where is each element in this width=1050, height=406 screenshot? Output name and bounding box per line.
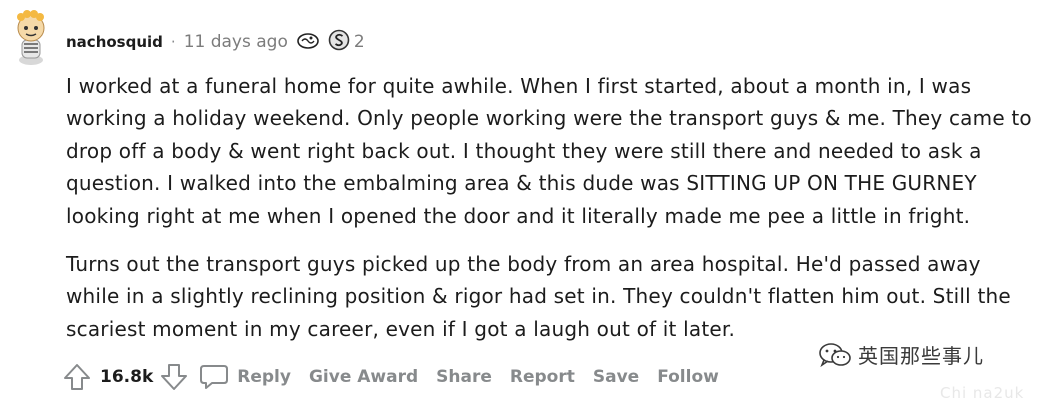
downvote-arrow-icon[interactable] [159,362,189,392]
share-button[interactable]: Share [436,367,492,387]
save-button[interactable]: Save [593,367,639,387]
separator-dot: · [170,33,176,51]
award-count: 2 [353,32,365,52]
watermark-site: Chi na2uk [940,384,1025,402]
comment-bubble-icon [199,363,229,391]
comment-paragraph: I worked at a funeral home for quite awh… [66,74,1032,228]
upvote-arrow-icon[interactable] [62,362,92,392]
username-link[interactable]: nachosquid [66,33,163,51]
watermark-text: 英国那些事儿 [858,344,984,368]
user-avatar[interactable] [8,8,54,66]
watermark: 英国那些事儿 [818,340,984,369]
comment-header: nachosquid · 11 days ago 2 [66,29,365,55]
give-award-button[interactable]: Give Award [309,367,418,387]
follow-button[interactable]: Follow [657,367,719,387]
report-button[interactable]: Report [510,367,575,387]
comment-paragraph: Turns out the transport guys picked up t… [66,252,1011,341]
silver-award-icon[interactable] [328,29,350,55]
wechat-icon [818,341,852,369]
helpful-award-icon[interactable] [296,30,320,54]
vote-score: 16.8k [100,367,154,387]
comment-body: I worked at a funeral home for quite awh… [66,70,1036,361]
reply-button[interactable]: Reply [199,363,291,391]
comment-actions: 16.8k Reply Give Award Share Report Save… [62,360,719,394]
timestamp[interactable]: 11 days ago [184,32,288,52]
reply-label: Reply [237,367,291,387]
